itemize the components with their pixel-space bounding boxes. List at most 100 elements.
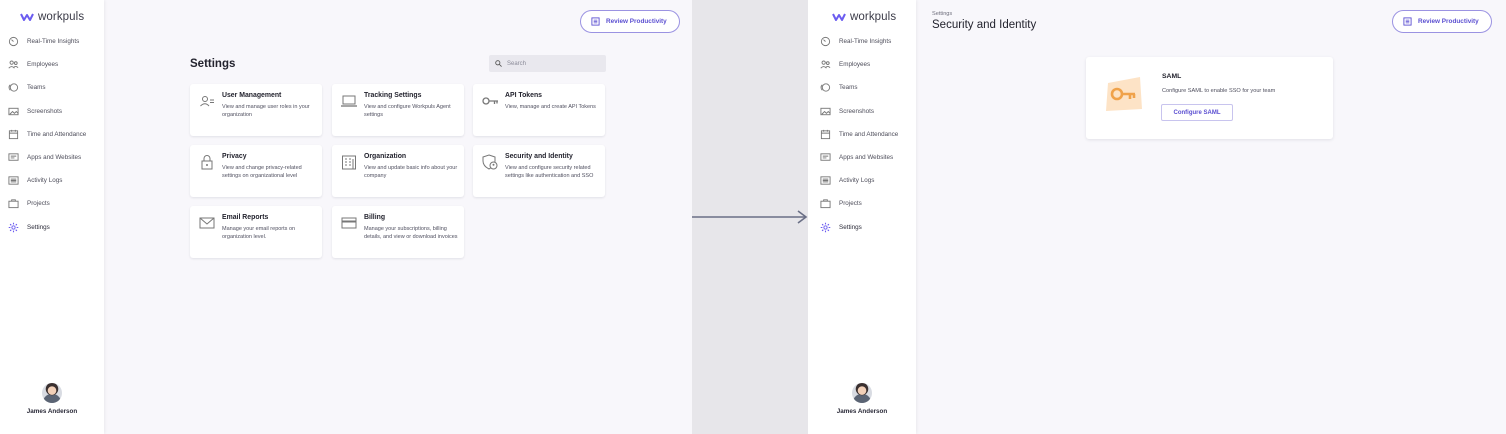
shield-user-icon <box>482 154 498 170</box>
sidebar-item-employees[interactable]: Employees <box>808 53 916 76</box>
list-icon <box>8 176 19 185</box>
security-identity-screen: workpuls Real-Time Insights Employees Te… <box>808 0 1506 434</box>
card-description: View and update basic info about your co… <box>364 165 458 179</box>
search-input[interactable]: Search <box>489 55 606 72</box>
sidebar-item-label: Activity Logs <box>839 177 875 185</box>
sidebar-item-real-time-insights[interactable]: Real-Time Insights <box>808 30 916 53</box>
sidebar-item-activity-logs[interactable]: Activity Logs <box>0 169 104 192</box>
sidebar-item-label: Time and Attendance <box>839 130 899 138</box>
sidebar-nav: Real-Time Insights Employees Teams Scree… <box>808 30 916 239</box>
search-icon <box>495 60 502 67</box>
card-description: View and manage user roles in your organ… <box>222 104 310 118</box>
card-title: Billing <box>364 214 386 221</box>
gear-icon <box>8 222 19 232</box>
people-icon <box>8 60 19 69</box>
gear-icon <box>820 222 831 232</box>
card-tracking-settings[interactable]: Tracking Settings View and configure Wor… <box>332 84 464 136</box>
breadcrumb[interactable]: Settings <box>932 11 952 17</box>
sidebar-item-employees[interactable]: Employees <box>0 53 104 76</box>
card-billing[interactable]: Billing Manage your subscriptions, billi… <box>332 206 464 258</box>
card-title: Security and Identity <box>505 153 573 160</box>
user-profile[interactable]: James Anderson <box>808 383 916 415</box>
sidebar-item-projects[interactable]: Projects <box>808 192 916 215</box>
sidebar-item-label: Apps and Websites <box>27 154 82 162</box>
settings-screen: workpuls Real-Time Insights Employees Te… <box>0 0 692 434</box>
sidebar-item-settings[interactable]: Settings <box>808 216 916 239</box>
card-title: API Tokens <box>505 92 543 99</box>
logo[interactable]: workpuls <box>0 0 104 26</box>
laptop-icon <box>341 95 357 107</box>
sidebar-item-settings[interactable]: Settings <box>0 216 104 239</box>
card-description: Manage your email reports on organizatio… <box>222 226 296 240</box>
sidebar-item-label: Settings <box>839 223 862 231</box>
avatar <box>42 383 62 403</box>
user-name: James Anderson <box>26 408 78 415</box>
sidebar-item-teams[interactable]: Teams <box>808 76 916 99</box>
workpuls-logo-icon <box>832 13 846 21</box>
card-description: View and configure security related sett… <box>505 165 594 179</box>
card-api-tokens[interactable]: API Tokens View, manage and create API T… <box>473 84 605 136</box>
user-profile[interactable]: James Anderson <box>0 383 104 415</box>
avatar <box>852 383 872 403</box>
sidebar-item-screenshots[interactable]: Screenshots <box>808 100 916 123</box>
card-organization[interactable]: Organization View and update basic info … <box>332 145 464 197</box>
logo[interactable]: workpuls <box>808 0 916 26</box>
sidebar-item-label: Teams <box>839 84 858 92</box>
image-icon <box>820 107 831 115</box>
workpuls-logo-icon <box>20 13 34 21</box>
sidebar-item-time-and-attendance[interactable]: Time and Attendance <box>808 123 916 146</box>
gauge-icon <box>8 37 19 47</box>
image-icon <box>8 107 19 115</box>
review-productivity-button[interactable]: Review Productivity <box>1392 10 1492 33</box>
credit-card-icon <box>341 217 357 229</box>
report-icon <box>591 17 600 26</box>
page-title: Settings <box>190 58 236 70</box>
key-icon <box>482 97 498 105</box>
review-productivity-button[interactable]: Review Productivity <box>580 10 680 33</box>
sidebar-item-time-and-attendance[interactable]: Time and Attendance <box>0 123 104 146</box>
card-title: User Management <box>222 92 282 99</box>
teams-icon <box>820 83 831 93</box>
card-user-management[interactable]: User Management View and manage user rol… <box>190 84 322 136</box>
sidebar-item-teams[interactable]: Teams <box>0 76 104 99</box>
sidebar-item-projects[interactable]: Projects <box>0 192 104 215</box>
card-title: Email Reports <box>222 214 269 221</box>
sidebar-item-activity-logs[interactable]: Activity Logs <box>808 169 916 192</box>
saml-description: Configure SAML to enable SSO for your te… <box>1162 88 1276 94</box>
list-icon <box>820 176 831 185</box>
briefcase-icon <box>8 199 19 209</box>
card-description: View and configure Workpuls Agent settin… <box>364 104 451 118</box>
sidebar-item-label: Time and Attendance <box>27 130 87 138</box>
card-title: Privacy <box>222 153 247 160</box>
search-placeholder: Search <box>507 60 527 67</box>
sidebar-item-apps-and-websites[interactable]: Apps and Websites <box>808 146 916 169</box>
saml-card: SAML Configure SAML to enable SSO for yo… <box>1086 57 1333 139</box>
card-email-reports[interactable]: Email Reports Manage your email reports … <box>190 206 322 258</box>
sidebar-item-real-time-insights[interactable]: Real-Time Insights <box>0 30 104 53</box>
monitor-icon <box>8 153 19 161</box>
sidebar-item-label: Settings <box>27 223 50 231</box>
saml-key-icon <box>1106 77 1142 111</box>
briefcase-icon <box>820 199 831 209</box>
card-security-and-identity[interactable]: Security and Identity View and configure… <box>473 145 605 197</box>
sidebar-item-label: Employees <box>839 61 871 69</box>
envelope-icon <box>199 217 215 229</box>
transition-arrow-icon <box>692 210 808 224</box>
gauge-icon <box>820 37 831 47</box>
card-title: Tracking Settings <box>364 92 422 99</box>
sidebar-item-label: Activity Logs <box>27 177 63 185</box>
configure-saml-button[interactable]: Configure SAML <box>1161 104 1233 121</box>
report-icon <box>1403 17 1412 26</box>
card-privacy[interactable]: Privacy View and change privacy-related … <box>190 145 322 197</box>
building-icon <box>342 155 356 170</box>
sidebar-item-label: Apps and Websites <box>839 154 894 162</box>
sidebar-item-apps-and-websites[interactable]: Apps and Websites <box>0 146 104 169</box>
logo-text: workpuls <box>850 11 897 23</box>
card-description: View, manage and create API Tokens <box>505 104 596 110</box>
lock-icon <box>201 155 213 170</box>
card-description: View and change privacy-related settings… <box>222 165 302 179</box>
sidebar-item-screenshots[interactable]: Screenshots <box>0 100 104 123</box>
sidebar-item-label: Screenshots <box>839 107 875 115</box>
sidebar-item-label: Real-Time Insights <box>27 38 80 46</box>
page-title: Security and Identity <box>932 19 1037 31</box>
